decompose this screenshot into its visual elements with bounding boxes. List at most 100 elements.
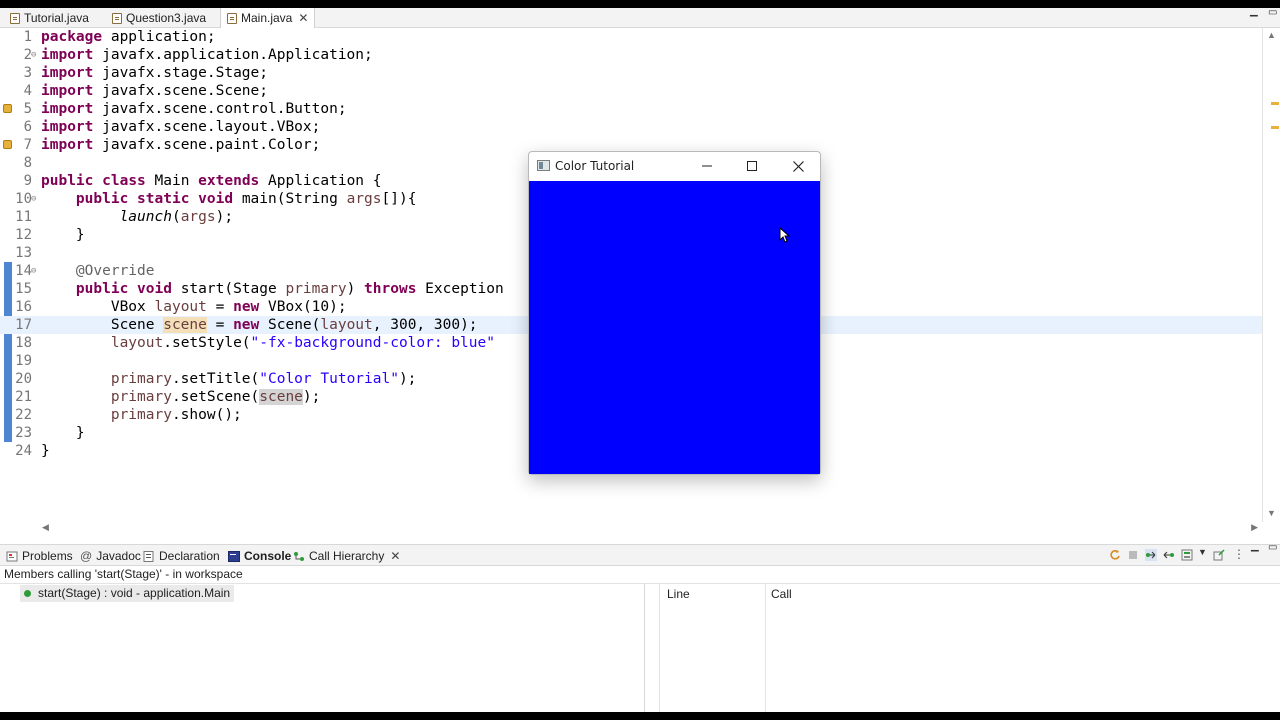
line-number: 3 [23,65,32,81]
refresh-icon[interactable] [1109,549,1121,561]
column-separator [659,584,660,713]
line-number: 13 [15,245,32,261]
stop-icon[interactable] [1127,549,1139,561]
column-header-call[interactable]: Call [771,587,792,601]
tab-question3-java[interactable]: Question3.java [106,8,212,28]
javadoc-icon: @ [80,549,93,563]
line-number: 15 [15,281,32,297]
tab-problems[interactable]: Problems [6,547,73,565]
line-number: 17 [15,317,32,333]
tab-label: Javadoc [96,549,141,563]
call-hierarchy-icon [294,551,304,561]
tree-item[interactable]: start(Stage) : void - application.Main [20,585,235,602]
minimize-icon [702,165,712,167]
line-number: 10 [15,191,32,207]
warning-marker[interactable] [1271,102,1279,105]
mouse-cursor-icon [779,227,791,243]
scroll-left-icon[interactable]: ◀ [42,522,49,533]
scroll-right-icon[interactable]: ▶ [1251,522,1258,533]
tab-main-java[interactable]: Main.java ✕ [220,8,316,28]
code-text: primary.setTitle("Color Tutorial"); [110,371,417,387]
horizontal-scrollbar[interactable]: ◀ ▶ [40,522,1262,536]
code-text: public void start(Stage primary) throws … [75,281,504,297]
close-window-button[interactable] [784,156,812,176]
declaration-icon [143,550,154,562]
layout-icon[interactable] [1181,549,1193,561]
line-number: 4 [23,83,32,99]
minimize-window-button[interactable] [693,156,721,176]
minimize-panel-icon[interactable]: ▁ [1251,541,1259,552]
line-number: 18 [15,335,32,351]
blue-scene-content[interactable] [529,181,820,474]
code-line[interactable]: 3 import javafx.stage.Stage; [0,64,1262,82]
line-number: 16 [15,299,32,315]
tab-console[interactable]: Console [228,547,291,565]
tab-call-hierarchy[interactable]: Call Hierarchy ✕ [293,547,400,565]
code-text: public static void main(String args[]){ [75,191,417,207]
java-file-icon [112,12,122,24]
fold-toggle-icon[interactable]: ⊖ [31,190,36,208]
call-hierarchy-tree[interactable]: start(Stage) : void - application.Main [0,583,645,712]
minimize-editor-icon[interactable]: ▁ [1250,6,1258,17]
editor-tab-bar: Tutorial.java Question3.java Main.java ✕… [0,6,1280,28]
warning-icon[interactable] [3,104,12,113]
code-line[interactable]: 5 import javafx.scene.control.Button; [0,100,1262,118]
pin-icon[interactable] [1213,549,1225,561]
line-number: 8 [23,155,32,171]
tab-label: Problems [22,549,73,563]
maximize-window-button[interactable] [738,156,766,176]
app-icon [537,160,550,171]
line-number: 6 [23,119,32,135]
tab-javadoc[interactable]: @ Javadoc [80,547,141,565]
javafx-window[interactable]: Color Tutorial [528,151,821,475]
chevron-down-icon[interactable]: ▼ [1198,547,1207,557]
callee-hierarchy-icon[interactable] [1163,549,1175,561]
line-number: 12 [15,227,32,243]
line-number: 22 [15,407,32,423]
line-number: 1 [23,29,32,45]
code-line[interactable]: 4 import javafx.scene.Scene; [0,82,1262,100]
column-separator [765,584,766,713]
maximize-icon [747,161,757,171]
code-text: public class Main extends Application { [41,173,382,189]
code-text: import javafx.scene.Scene; [41,83,268,99]
code-text: launch(args); [119,209,234,225]
javafx-window-titlebar[interactable]: Color Tutorial [529,152,820,181]
code-text: } [41,425,85,441]
bottom-panel-tabs: Problems @ Javadoc Declaration Console C… [0,541,1280,566]
close-tab-icon[interactable]: ✕ [390,549,400,563]
scroll-down-icon[interactable]: ▼ [1267,508,1276,518]
column-header-line[interactable]: Line [667,587,690,601]
view-menu-icon[interactable]: ⋮ [1233,547,1245,561]
fold-toggle-icon[interactable]: ⊖ [31,262,36,280]
line-number: 21 [15,389,32,405]
tab-declaration[interactable]: Declaration [143,547,220,565]
line-number: 20 [15,371,32,387]
scroll-up-icon[interactable]: ▲ [1267,30,1276,40]
javafx-window-title: Color Tutorial [555,159,635,173]
code-text: import javafx.application.Application; [41,47,373,63]
code-line[interactable]: 2 ⊖ import javafx.application.Application; [0,46,1262,64]
maximize-panel-icon[interactable]: ▭ [1268,542,1277,553]
code-line[interactable]: 1 package application; [0,28,1262,46]
warning-icon[interactable] [3,140,12,149]
tab-label: Declaration [159,549,220,563]
code-text: @Override [75,263,155,279]
maximize-editor-icon[interactable]: ▭ [1268,7,1277,18]
bottom-strip [0,712,1280,720]
problems-icon [6,551,18,561]
fold-toggle-icon[interactable]: ⊖ [31,46,36,64]
code-text: } [41,227,85,243]
code-line[interactable]: 6 import javafx.scene.layout.VBox; [0,118,1262,136]
call-details-table[interactable]: Line Call [645,583,1280,713]
close-tab-icon[interactable]: ✕ [298,11,308,25]
warning-marker[interactable] [1271,126,1279,129]
tab-label: Call Hierarchy [309,549,385,563]
code-text: import javafx.scene.layout.VBox; [41,119,321,135]
line-number: 2 [23,47,32,63]
close-icon [792,160,804,172]
code-text: import javafx.scene.paint.Color; [41,137,321,153]
caller-hierarchy-icon[interactable] [1145,549,1157,561]
top-strip [0,0,1280,8]
tab-tutorial-java[interactable]: Tutorial.java [4,8,95,28]
